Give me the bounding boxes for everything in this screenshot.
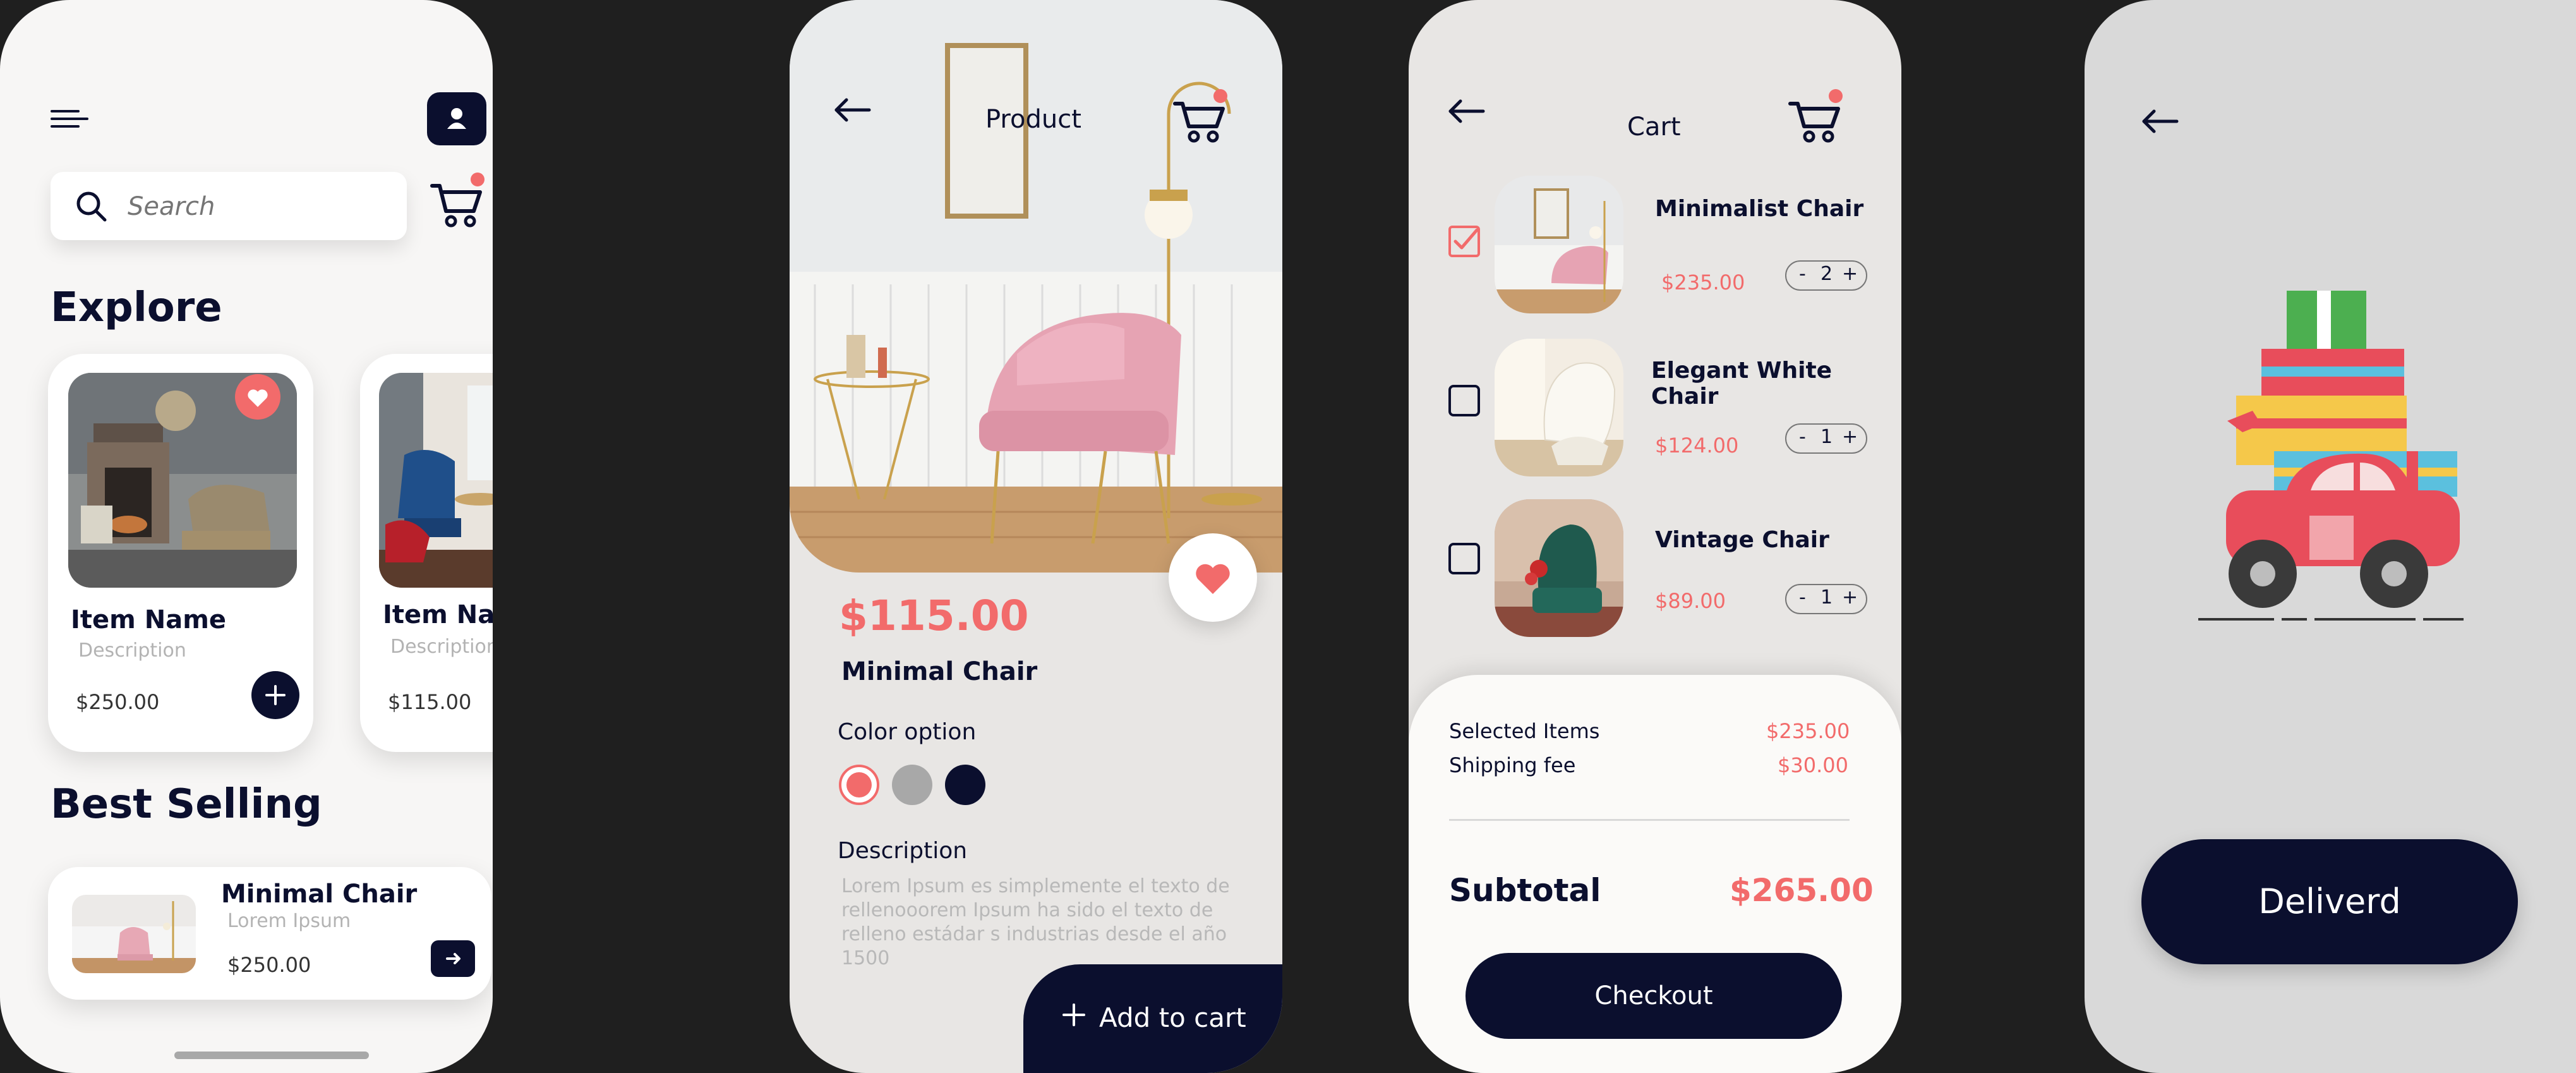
product-price: $115.00 bbox=[388, 690, 472, 714]
product-name: Item Name bbox=[383, 600, 493, 629]
profile-button[interactable] bbox=[427, 92, 486, 145]
add-to-cart-button[interactable]: Add to cart bbox=[1023, 964, 1282, 1073]
add-to-cart-label: Add to cart bbox=[1099, 1002, 1246, 1033]
favorite-button[interactable] bbox=[1169, 533, 1257, 622]
cart-item-image bbox=[1495, 339, 1623, 476]
shipping-fee-label: Shipping fee bbox=[1449, 753, 1576, 777]
selected-items-label: Selected Items bbox=[1449, 719, 1600, 743]
arrow-right-icon bbox=[446, 953, 460, 964]
cart-item-name: Elegant White Chair bbox=[1651, 358, 1833, 409]
best-selling-card[interactable]: Minimal Chair Lorem Ipsum $250.00 bbox=[48, 867, 491, 1000]
cart-icon[interactable] bbox=[1172, 88, 1229, 149]
product-screen: Product $115.00 Minimal Chair Color opti… bbox=[790, 0, 1282, 1073]
color-swatch-coral[interactable] bbox=[839, 765, 879, 805]
best-selling-price: $250.00 bbox=[227, 953, 311, 977]
best-selling-subtitle: Lorem Ipsum bbox=[227, 910, 351, 932]
heart-icon bbox=[1196, 564, 1230, 594]
delivered-screen: Deliverd bbox=[2085, 0, 2576, 1073]
search-icon bbox=[76, 191, 107, 222]
qty-minus-button[interactable]: - bbox=[1799, 586, 1806, 609]
cart-item-price: $89.00 bbox=[1655, 589, 1726, 613]
user-icon bbox=[447, 108, 466, 129]
description-label: Description bbox=[838, 838, 968, 864]
page-title: Cart bbox=[1627, 112, 1681, 142]
plus-icon bbox=[265, 685, 286, 705]
color-swatch-gray[interactable] bbox=[892, 765, 932, 805]
qty-value: 1 bbox=[1821, 586, 1833, 609]
quantity-stepper[interactable]: - 1 + bbox=[1785, 584, 1867, 614]
product-description: Lorem Ipsum es simplemente el texto de r… bbox=[841, 875, 1230, 969]
search-bar[interactable] bbox=[51, 172, 407, 240]
best-selling-name: Minimal Chair bbox=[221, 880, 418, 909]
product-description: Description bbox=[78, 640, 186, 662]
subtotal-value: $265.00 bbox=[1730, 872, 1874, 909]
cart-screen: Cart Minimalist Chair $235.00 - 2 + Eleg… bbox=[1409, 0, 1901, 1073]
delivery-car-illustration bbox=[2198, 291, 2464, 621]
cart-item-name: Minimalist Chair bbox=[1655, 196, 1864, 222]
shipping-fee-value: $30.00 bbox=[1778, 753, 1848, 777]
product-image bbox=[379, 373, 493, 588]
checkbox-icon[interactable] bbox=[1448, 542, 1481, 575]
cart-item-price: $235.00 bbox=[1661, 270, 1745, 294]
subtotal-label: Subtotal bbox=[1449, 872, 1601, 909]
delivered-button[interactable]: Deliverd bbox=[2141, 839, 2518, 964]
qty-minus-button[interactable]: - bbox=[1799, 426, 1806, 448]
quantity-stepper[interactable]: - 2 + bbox=[1785, 260, 1867, 291]
search-input[interactable] bbox=[126, 190, 394, 224]
quantity-stepper[interactable]: - 1 + bbox=[1785, 423, 1867, 454]
back-arrow-icon[interactable] bbox=[1447, 96, 1487, 126]
qty-plus-button[interactable]: + bbox=[1842, 263, 1858, 285]
checkbox-icon[interactable] bbox=[1448, 384, 1481, 417]
product-hero-image bbox=[790, 0, 1282, 573]
product-card[interactable]: Item Name Description $115.00 bbox=[360, 354, 493, 752]
product-description: Description bbox=[390, 636, 493, 658]
cart-icon[interactable] bbox=[430, 171, 486, 234]
cart-item-price: $124.00 bbox=[1655, 433, 1739, 458]
product-card[interactable]: Item Name Description $250.00 bbox=[48, 354, 313, 752]
best-selling-image bbox=[72, 895, 196, 973]
open-item-button[interactable] bbox=[431, 940, 475, 977]
selected-items-value: $235.00 bbox=[1766, 719, 1850, 743]
qty-value: 2 bbox=[1821, 263, 1833, 285]
add-button[interactable] bbox=[251, 671, 299, 719]
cart-item-name: Vintage Chair bbox=[1655, 527, 1829, 553]
back-arrow-icon[interactable] bbox=[833, 95, 873, 125]
color-swatch-navy[interactable] bbox=[945, 765, 985, 805]
cart-item-image bbox=[1495, 499, 1623, 637]
cart-item-image bbox=[1495, 176, 1623, 313]
product-name: Item Name bbox=[71, 605, 227, 634]
product-price: $250.00 bbox=[76, 690, 160, 714]
order-summary: Selected Items $235.00 Shipping fee $30.… bbox=[1409, 675, 1901, 1073]
plus-icon bbox=[1062, 1003, 1085, 1026]
best-selling-heading: Best Selling bbox=[51, 781, 322, 828]
checkout-button[interactable]: Checkout bbox=[1466, 953, 1842, 1039]
qty-plus-button[interactable]: + bbox=[1842, 426, 1858, 448]
page-title: Product bbox=[985, 105, 1081, 134]
product-name: Minimal Chair bbox=[841, 657, 1038, 686]
qty-plus-button[interactable]: + bbox=[1842, 586, 1858, 609]
favorite-badge[interactable] bbox=[235, 374, 280, 420]
product-price: $115.00 bbox=[839, 591, 1029, 640]
back-arrow-icon[interactable] bbox=[2140, 106, 2181, 136]
summary-divider bbox=[1449, 819, 1850, 821]
home-indicator bbox=[174, 1052, 369, 1059]
explore-screen: Explore bbox=[0, 0, 493, 1073]
menu-lines-icon[interactable] bbox=[51, 107, 88, 133]
cart-icon[interactable] bbox=[1788, 88, 1845, 149]
explore-heading: Explore bbox=[51, 284, 222, 331]
qty-minus-button[interactable]: - bbox=[1799, 263, 1806, 285]
color-option-label: Color option bbox=[838, 719, 977, 745]
heart-icon bbox=[248, 389, 268, 407]
qty-value: 1 bbox=[1821, 426, 1833, 448]
checkbox-checked-icon[interactable] bbox=[1448, 225, 1481, 258]
